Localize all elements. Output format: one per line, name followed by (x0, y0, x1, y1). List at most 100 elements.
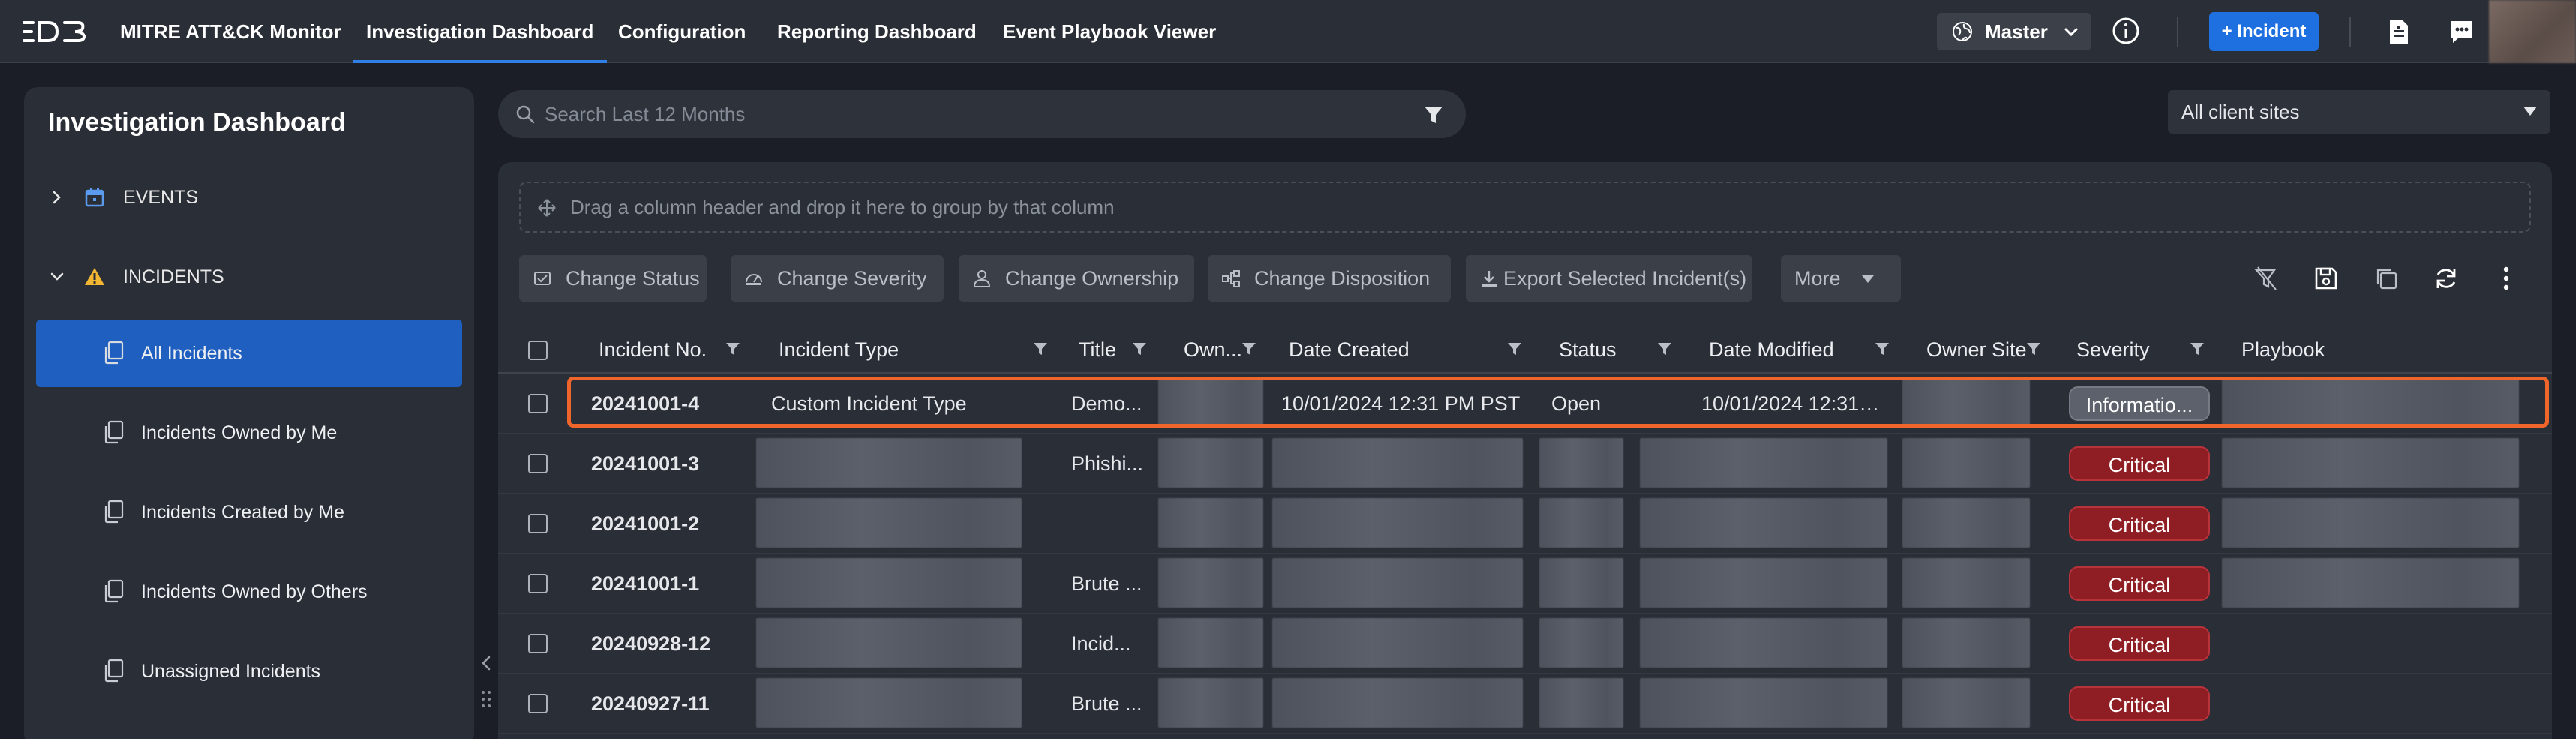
sidebar-item-owned-by-me[interactable]: Incidents Owned by Me (36, 399, 462, 467)
client-site-select[interactable]: All client sites (2168, 90, 2550, 134)
tenant-label: Master (1985, 20, 2048, 43)
chat-icon[interactable] (2448, 18, 2475, 45)
clear-filter-icon[interactable] (2252, 264, 2280, 293)
filter-icon[interactable] (725, 341, 741, 357)
redacted-status (1539, 438, 1623, 488)
search-input[interactable] (545, 90, 1400, 138)
column-header-title[interactable]: Title (1079, 326, 1116, 374)
save-icon[interactable] (2312, 264, 2340, 293)
cell-date-modified: 10/01/2024 12:31 ... (1701, 392, 1881, 415)
copy-document-icon (104, 579, 124, 603)
cell-incident-no[interactable]: 20241001-2 (591, 494, 756, 554)
redacted-date-created (1272, 498, 1523, 548)
column-header-status[interactable]: Status (1559, 326, 1617, 374)
column-header-severity[interactable]: Severity (2076, 326, 2150, 374)
sidebar-item-all-incidents[interactable]: All Incidents (36, 320, 462, 387)
resize-handle-icon[interactable] (479, 689, 494, 710)
column-header-incident-no[interactable]: Incident No. (599, 326, 707, 374)
flow-icon (1222, 270, 1240, 287)
cell-incident-no[interactable]: 20240928-12 (591, 614, 756, 674)
column-header-playbook[interactable]: Playbook (2241, 326, 2325, 374)
sidebar-item-owned-by-others[interactable]: Incidents Owned by Others (36, 558, 462, 626)
more-actions-button[interactable]: More (1781, 255, 1901, 302)
filter-icon[interactable] (1422, 104, 1445, 126)
dropdown-arrow-icon (2523, 107, 2537, 116)
download-icon (1482, 271, 1497, 287)
filter-icon[interactable] (1656, 341, 1673, 357)
nav-mitre-attack-monitor[interactable]: MITRE ATT&CK Monitor (120, 0, 341, 63)
filter-icon[interactable] (1241, 341, 1257, 357)
change-status-button[interactable]: Change Status (519, 255, 707, 302)
copy-document-icon (104, 341, 124, 365)
change-severity-button[interactable]: Change Severity (731, 255, 944, 302)
nav-configuration[interactable]: Configuration (618, 0, 746, 63)
more-vertical-icon[interactable] (2492, 264, 2520, 293)
tenant-selector[interactable]: Master (1937, 13, 2091, 50)
redacted-owner (1158, 678, 1263, 728)
cell-incident-no[interactable]: 20240927-11 (591, 674, 756, 734)
row-checkbox[interactable] (528, 574, 548, 593)
table-row[interactable]: 20241001-3 Phishi... Critical (498, 434, 2552, 494)
column-header-owner[interactable]: Own... (1184, 326, 1242, 374)
redacted-date-created (1272, 618, 1523, 668)
row-checkbox[interactable] (528, 694, 548, 713)
change-ownership-button[interactable]: Change Ownership (959, 255, 1194, 302)
select-all-checkbox[interactable] (528, 341, 548, 360)
top-navigation-bar: MITRE ATT&CK Monitor Investigation Dashb… (0, 0, 2576, 63)
change-disposition-button[interactable]: Change Disposition (1208, 255, 1451, 302)
collapse-sidebar-icon[interactable] (477, 653, 495, 674)
group-by-drop-zone[interactable]: Drag a column header and drop it here to… (519, 182, 2531, 233)
sidebar-item-created-by-me[interactable]: Incidents Created by Me (36, 479, 462, 546)
cell-title: Demo... (1071, 392, 1142, 415)
filter-icon[interactable] (1874, 341, 1890, 357)
copy-icon[interactable] (2372, 264, 2400, 293)
redacted-date-modified (1640, 558, 1887, 608)
column-header-owner-site[interactable]: Owner Site (1926, 326, 2027, 374)
globe-icon (1953, 22, 1972, 41)
nav-event-playbook-viewer[interactable]: Event Playbook Viewer (1003, 0, 1216, 63)
nav-reporting-dashboard[interactable]: Reporting Dashboard (777, 0, 977, 63)
cell-incident-no[interactable]: 20241001-3 (591, 434, 756, 494)
sidebar-section-events[interactable]: EVENTS (48, 179, 453, 216)
table-row[interactable]: 20240928-12 Incid... Critical (498, 614, 2552, 674)
row-checkbox[interactable] (528, 394, 548, 413)
redacted-owner-site (1902, 558, 2030, 608)
filter-icon[interactable] (1032, 341, 1049, 357)
move-icon (538, 199, 556, 217)
redacted-date-modified (1640, 498, 1887, 548)
nav-investigation-dashboard[interactable]: Investigation Dashboard (352, 0, 608, 63)
redacted-date-modified (1640, 678, 1887, 728)
filter-icon[interactable] (1131, 341, 1148, 357)
filter-icon[interactable] (2025, 341, 2042, 357)
sidebar-item-unassigned[interactable]: Unassigned Incidents (36, 638, 462, 705)
document-icon[interactable] (2387, 18, 2411, 45)
row-checkbox[interactable] (528, 454, 548, 473)
table-row[interactable]: 20241001-1 Brute ... Critical (498, 554, 2552, 614)
column-header-incident-type[interactable]: Incident Type (779, 326, 899, 374)
redacted-incident-type (756, 498, 1022, 548)
table-row[interactable]: 20241001-2 Critical (498, 494, 2552, 554)
export-selected-button[interactable]: Export Selected Incident(s) (1466, 255, 1752, 302)
table-row[interactable]: 20240927-11 Brute ... Critical (498, 674, 2552, 734)
column-header-date-created[interactable]: Date Created (1289, 326, 1410, 374)
table-row[interactable]: 20241001-4 Custom Incident Type Demo... … (498, 374, 2552, 434)
sidebar-item-label: All Incidents (141, 343, 242, 364)
user-avatar[interactable] (2489, 0, 2576, 63)
refresh-icon[interactable] (2432, 264, 2460, 293)
row-checkbox[interactable] (528, 634, 548, 653)
filter-icon[interactable] (2189, 341, 2205, 357)
redacted-playbook (2222, 498, 2519, 548)
column-header-date-modified[interactable]: Date Modified (1709, 326, 1834, 374)
row-checkbox[interactable] (528, 514, 548, 533)
redacted-incident-type (756, 618, 1022, 668)
redacted-owner-site (1902, 678, 2030, 728)
dropdown-arrow-icon (1862, 275, 1874, 283)
cell-incident-no[interactable]: 20241001-1 (591, 554, 756, 614)
d3-logo-icon[interactable] (23, 18, 87, 45)
cell-incident-no[interactable]: 20241001-4 (591, 374, 756, 434)
info-icon[interactable] (2111, 16, 2141, 46)
redacted-date-created (1272, 558, 1523, 608)
sidebar-section-incidents[interactable]: INCIDENTS (48, 258, 453, 296)
add-incident-button[interactable]: + Incident (2209, 12, 2319, 51)
filter-icon[interactable] (1506, 341, 1523, 357)
